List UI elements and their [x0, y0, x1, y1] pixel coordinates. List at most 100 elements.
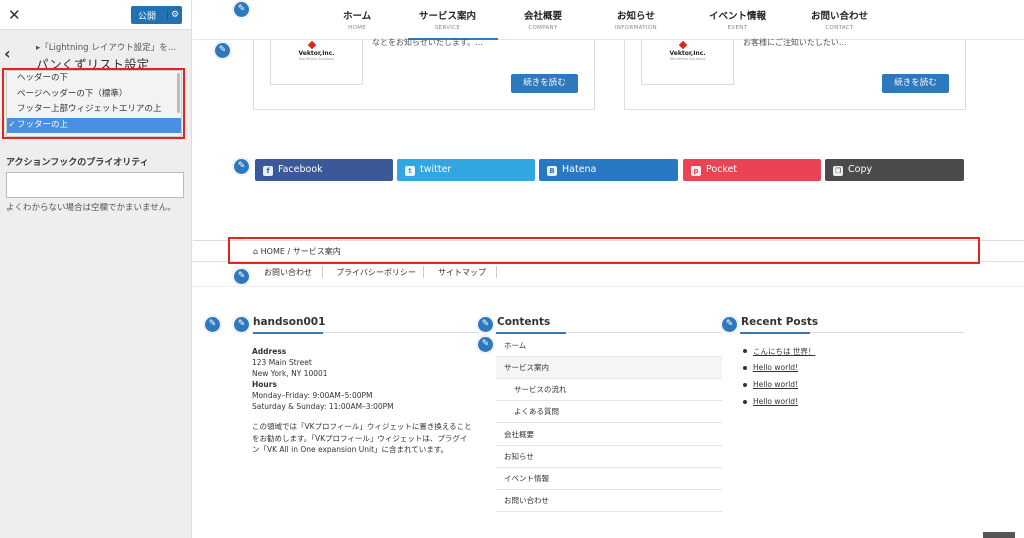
widget-title-underline: [496, 332, 722, 334]
back-button[interactable]: ‹: [4, 44, 24, 70]
footer-nav-contact[interactable]: お問い合わせ: [264, 267, 312, 278]
logo-text: Vektor,Inc.: [669, 50, 706, 57]
site-preview: ホーム HOME サービス案内 SERVICE 会社概要 COMPANY お知ら…: [193, 0, 1024, 538]
scroll-to-top-button[interactable]: [983, 532, 1015, 538]
logo-subtext: WordPress Solutions: [298, 57, 335, 61]
breadcrumb-highlight-box: [228, 237, 980, 264]
share-copy-button[interactable]: ❐ Copy: [825, 159, 964, 181]
close-icon[interactable]: ✕: [8, 6, 21, 24]
widget-title-accent: [740, 332, 810, 334]
edit-pencil-icon[interactable]: ✎: [477, 336, 494, 353]
menu-item-information[interactable]: お知らせ: [496, 446, 722, 468]
share-label: twitter: [420, 164, 452, 175]
copy-icon: ❐: [833, 166, 843, 176]
share-label: Facebook: [278, 164, 323, 175]
menu-item-service[interactable]: サービス案内: [496, 357, 722, 379]
widget-title-accent: [496, 332, 566, 334]
menu-item-faq[interactable]: よくある質問: [496, 401, 722, 423]
hatena-icon: B: [547, 166, 557, 176]
nav-sublabel: SERVICE: [434, 25, 461, 31]
edit-pencil-icon[interactable]: ✎: [233, 268, 250, 285]
footer-nav-divider: [423, 266, 424, 278]
nav-item-service[interactable]: サービス案内 SERVICE: [419, 8, 476, 31]
edit-pencil-icon[interactable]: ✎: [721, 316, 738, 333]
nav-label: お問い合わせ: [811, 11, 869, 22]
edit-pencil-icon[interactable]: ✎: [233, 158, 250, 175]
hours-line: Saturday & Sunday: 11:00AM–3:00PM: [252, 402, 394, 411]
priority-input[interactable]: [6, 172, 184, 198]
address-line: 123 Main Street: [252, 358, 312, 367]
share-facebook-button[interactable]: f Facebook: [255, 159, 393, 181]
footer-divider: [193, 286, 1024, 287]
share-label: Hatena: [562, 164, 597, 175]
card-excerpt: なとをお知らせいたします。…: [372, 38, 484, 47]
profile-address: Address 123 Main Street New York, NY 100…: [252, 346, 394, 412]
edit-pencil-icon[interactable]: ✎: [477, 316, 494, 333]
read-more-button[interactable]: 続きを読む: [882, 74, 949, 93]
nav-item-company[interactable]: 会社概要 COMPANY: [524, 8, 562, 31]
nav-item-home[interactable]: ホーム HOME: [343, 8, 371, 31]
share-hatena-button[interactable]: B Hatena: [539, 159, 678, 181]
post-card: Vektor,Inc. WordPress Solutions お客様にご注知い…: [624, 38, 966, 110]
logo-subtext: WordPress Solutions: [669, 57, 706, 61]
edit-pencil-icon[interactable]: ✎: [214, 42, 231, 59]
card-excerpt: お客様にご注知いたしたい…: [743, 38, 847, 47]
menu-item-company[interactable]: 会社概要: [496, 424, 722, 446]
recent-post-link[interactable]: Hello world!: [742, 380, 798, 389]
gear-icon[interactable]: ⚙: [167, 10, 179, 20]
nav-item-contact[interactable]: お問い合わせ CONTACT: [811, 8, 868, 31]
priority-help: よくわからない場合は空欄でかまいません。: [6, 203, 176, 213]
menu-item-service-flow[interactable]: サービスの流れ: [496, 379, 722, 401]
nav-sublabel: HOME: [348, 25, 367, 31]
menu-item-contact[interactable]: お問い合わせ: [496, 490, 722, 512]
card-thumbnail: Vektor,Inc. WordPress Solutions: [641, 40, 734, 85]
nav-label: 会社概要: [524, 11, 563, 22]
post-card: Vektor,Inc. WordPress Solutions なとをお知らせい…: [253, 38, 595, 110]
hours-label: Hours: [252, 380, 277, 389]
nav-sublabel: COMPANY: [528, 25, 558, 31]
menu-item-event[interactable]: イベント情報: [496, 468, 722, 490]
address-line: New York, NY 10001: [252, 369, 328, 378]
nav-label: お知らせ: [617, 11, 655, 22]
logo-mark-icon: [307, 40, 317, 50]
priority-label: アクションフックのプライオリティ: [6, 158, 149, 168]
edit-pencil-icon[interactable]: ✎: [204, 316, 221, 333]
panel-header: ✕ 公開 ⚙: [0, 0, 191, 30]
logo-mark-icon: [678, 40, 688, 50]
nav-label: ホーム: [343, 11, 372, 22]
panel-breadcrumb: ▸「Lightning レイアウト設定」を…: [36, 43, 177, 53]
read-more-button[interactable]: 続きを読む: [511, 74, 578, 93]
share-twitter-button[interactable]: t twitter: [397, 159, 535, 181]
profile-description: この領域では「VKプロフィール」ウィジェットに置き換えることをお勧めします。「V…: [252, 422, 472, 454]
facebook-icon: f: [263, 166, 273, 176]
share-label: Copy: [848, 164, 873, 175]
recent-post-link[interactable]: こんにちは 世界！: [742, 346, 815, 357]
nav-sublabel: INFORMATION: [615, 25, 657, 31]
pocket-icon: p: [691, 166, 701, 176]
widget-title-accent: [253, 332, 323, 334]
recent-post-link[interactable]: Hello world!: [742, 363, 798, 372]
nav-item-event[interactable]: イベント情報 EVENT: [709, 8, 766, 31]
recent-post-link[interactable]: Hello world!: [742, 397, 798, 406]
nav-label: イベント情報: [709, 11, 767, 22]
share-pocket-button[interactable]: p Pocket: [683, 159, 821, 181]
footer-nav-privacy[interactable]: プライバシーポリシー: [336, 267, 416, 278]
widget-title: handson001: [253, 316, 326, 328]
edit-pencil-icon[interactable]: ✎: [233, 1, 250, 18]
nav-sublabel: CONTACT: [825, 25, 854, 31]
share-label: Pocket: [706, 164, 738, 175]
edit-pencil-icon[interactable]: ✎: [233, 316, 250, 333]
customizer-window: ✕ 公開 ⚙ ‹ ▸「Lightning レイアウト設定」を… パンくずリスト設…: [0, 0, 1024, 538]
nav-label: サービス案内: [419, 11, 477, 22]
hours-line: Monday–Friday: 9:00AM–5:00PM: [252, 391, 373, 400]
widget-title-underline: [253, 332, 479, 334]
nav-item-information[interactable]: お知らせ INFORMATION: [615, 8, 657, 31]
footer-nav-sitemap[interactable]: サイトマップ: [438, 267, 486, 278]
card-thumbnail: Vektor,Inc. WordPress Solutions: [270, 40, 363, 85]
widget-title: Recent Posts: [741, 316, 819, 328]
menu-item-home[interactable]: ホーム: [496, 335, 722, 357]
address-label: Address: [252, 347, 287, 356]
publish-label: 公開: [138, 11, 157, 22]
publish-button[interactable]: 公開 ⚙: [131, 6, 182, 24]
twitter-icon: t: [405, 166, 415, 176]
